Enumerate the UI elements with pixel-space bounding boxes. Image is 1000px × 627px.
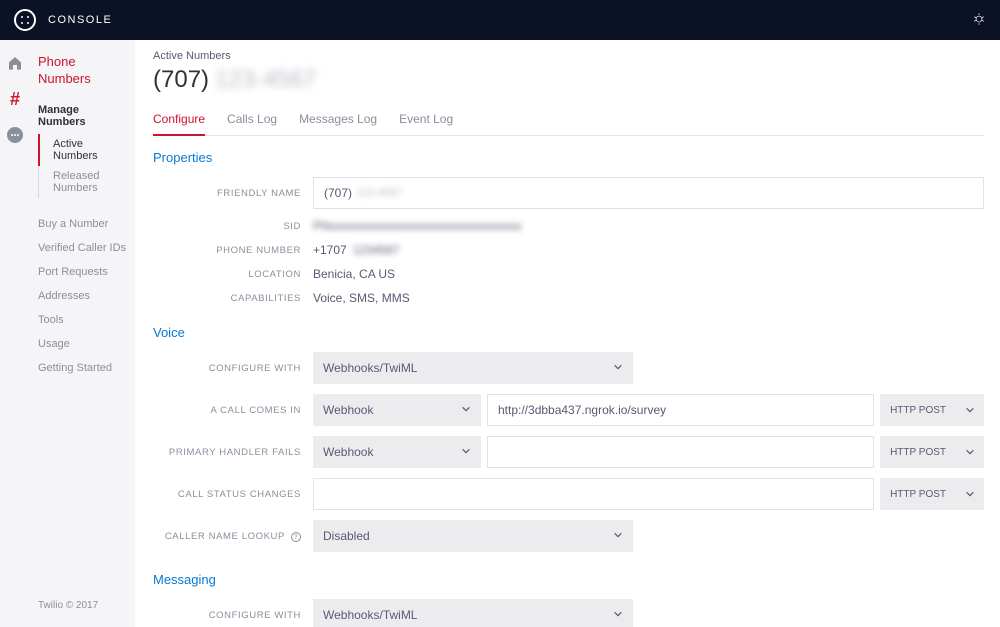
location-value: Benicia, CA US bbox=[313, 267, 395, 281]
page-title-redacted: 123-4567 bbox=[215, 66, 316, 94]
label-voice-primary-fail: PRIMARY HANDLER FAILS bbox=[153, 447, 313, 458]
label-sid: SID bbox=[153, 221, 313, 232]
sid-value: PNxxxxxxxxxxxxxxxxxxxxxxxxxxxxxxxx bbox=[313, 219, 522, 233]
voice-fail-handler-value: Webhook bbox=[323, 445, 373, 459]
product-name[interactable]: Phone Numbers bbox=[38, 54, 127, 88]
main: Active Numbers (707) 123-4567 Configure … bbox=[135, 40, 1000, 627]
sidebar-item-released-numbers[interactable]: Released Numbers bbox=[47, 166, 127, 198]
sidebar: Phone Numbers Manage Numbers Active Numb… bbox=[30, 40, 135, 627]
msg-configure-with-value: Webhooks/TwiML bbox=[323, 608, 417, 622]
tab-event-log[interactable]: Event Log bbox=[399, 108, 453, 135]
tab-configure[interactable]: Configure bbox=[153, 108, 205, 136]
home-icon[interactable] bbox=[6, 54, 24, 72]
voice-fail-method[interactable]: HTTP POST bbox=[880, 436, 956, 468]
phone-number-visible: +1707 bbox=[313, 243, 347, 257]
hash-icon[interactable]: # bbox=[6, 90, 24, 108]
sidebar-item-port-requests[interactable]: Port Requests bbox=[38, 260, 127, 284]
sidebar-item-getting-started[interactable]: Getting Started bbox=[38, 356, 127, 380]
tabs: Configure Calls Log Messages Log Event L… bbox=[153, 108, 984, 136]
tab-calls-log[interactable]: Calls Log bbox=[227, 108, 277, 135]
help-icon[interactable]: ? bbox=[291, 532, 301, 542]
voice-call-handler-value: Webhook bbox=[323, 403, 373, 417]
label-msg-configure-with: CONFIGURE WITH bbox=[153, 610, 313, 621]
chevron-down-icon[interactable] bbox=[956, 436, 984, 468]
voice-caller-lookup-value: Disabled bbox=[323, 529, 370, 543]
chevron-down-icon bbox=[613, 361, 623, 375]
section-properties-title: Properties bbox=[153, 150, 984, 165]
breadcrumb: Active Numbers bbox=[153, 50, 984, 62]
voice-caller-lookup-select[interactable]: Disabled bbox=[313, 520, 633, 552]
label-voice-caller-lookup: CALLER NAME LOOKUP ? bbox=[153, 531, 313, 542]
chevron-down-icon bbox=[461, 403, 471, 417]
label-voice-status-changes: CALL STATUS CHANGES bbox=[153, 489, 313, 500]
label-phone-number: PHONE NUMBER bbox=[153, 245, 313, 256]
voice-status-url-input[interactable] bbox=[313, 478, 874, 510]
sidebar-item-usage[interactable]: Usage bbox=[38, 332, 127, 356]
voice-call-url-input[interactable] bbox=[487, 394, 874, 426]
chevron-down-icon bbox=[461, 445, 471, 459]
chevron-down-icon bbox=[613, 529, 623, 543]
sidebar-item-tools[interactable]: Tools bbox=[38, 308, 127, 332]
sidebar-item-active-numbers[interactable]: Active Numbers bbox=[38, 134, 127, 166]
more-icon[interactable] bbox=[6, 126, 24, 144]
icon-rail: # bbox=[0, 40, 30, 627]
label-capabilities: CAPABILITIES bbox=[153, 293, 313, 304]
friendly-name-redacted: 123-4567 bbox=[356, 187, 403, 199]
sidebar-section-manage[interactable]: Manage Numbers bbox=[38, 104, 127, 128]
chevron-down-icon bbox=[613, 608, 623, 622]
voice-configure-with-select[interactable]: Webhooks/TwiML bbox=[313, 352, 633, 384]
topbar: CONSOLE bbox=[0, 0, 1000, 40]
label-voice-configure-with: CONFIGURE WITH bbox=[153, 363, 313, 374]
debug-icon[interactable] bbox=[972, 12, 986, 29]
label-voice-caller-lookup-text: CALLER NAME LOOKUP bbox=[165, 531, 285, 542]
label-friendly-name: FRIENDLY NAME bbox=[153, 188, 313, 199]
msg-configure-with-select[interactable]: Webhooks/TwiML bbox=[313, 599, 633, 627]
page-title-visible: (707) bbox=[153, 66, 209, 94]
logo-icon[interactable] bbox=[14, 9, 36, 31]
phone-number-redacted: 1234567 bbox=[353, 243, 400, 257]
chevron-down-icon[interactable] bbox=[956, 394, 984, 426]
chevron-down-icon[interactable] bbox=[956, 478, 984, 510]
label-voice-call-comes-in: A CALL COMES IN bbox=[153, 405, 313, 416]
voice-status-method[interactable]: HTTP POST bbox=[880, 478, 956, 510]
sidebar-item-verified-caller-ids[interactable]: Verified Caller IDs bbox=[38, 236, 127, 260]
voice-call-handler-select[interactable]: Webhook bbox=[313, 394, 481, 426]
page-title: (707) 123-4567 bbox=[153, 66, 984, 94]
app-title: CONSOLE bbox=[48, 14, 112, 26]
section-messaging-title: Messaging bbox=[153, 572, 984, 587]
voice-fail-handler-select[interactable]: Webhook bbox=[313, 436, 481, 468]
friendly-name-input[interactable]: (707) 123-4567 bbox=[313, 177, 984, 209]
capabilities-value: Voice, SMS, MMS bbox=[313, 291, 410, 305]
sidebar-item-addresses[interactable]: Addresses bbox=[38, 284, 127, 308]
voice-fail-url-input[interactable] bbox=[487, 436, 874, 468]
sidebar-footer: Twilio © 2017 bbox=[38, 600, 127, 619]
friendly-name-visible: (707) bbox=[324, 186, 352, 200]
voice-configure-with-value: Webhooks/TwiML bbox=[323, 361, 417, 375]
section-voice-title: Voice bbox=[153, 325, 984, 340]
voice-call-method[interactable]: HTTP POST bbox=[880, 394, 956, 426]
sidebar-item-buy-number[interactable]: Buy a Number bbox=[38, 212, 127, 236]
tab-messages-log[interactable]: Messages Log bbox=[299, 108, 377, 135]
label-location: LOCATION bbox=[153, 269, 313, 280]
